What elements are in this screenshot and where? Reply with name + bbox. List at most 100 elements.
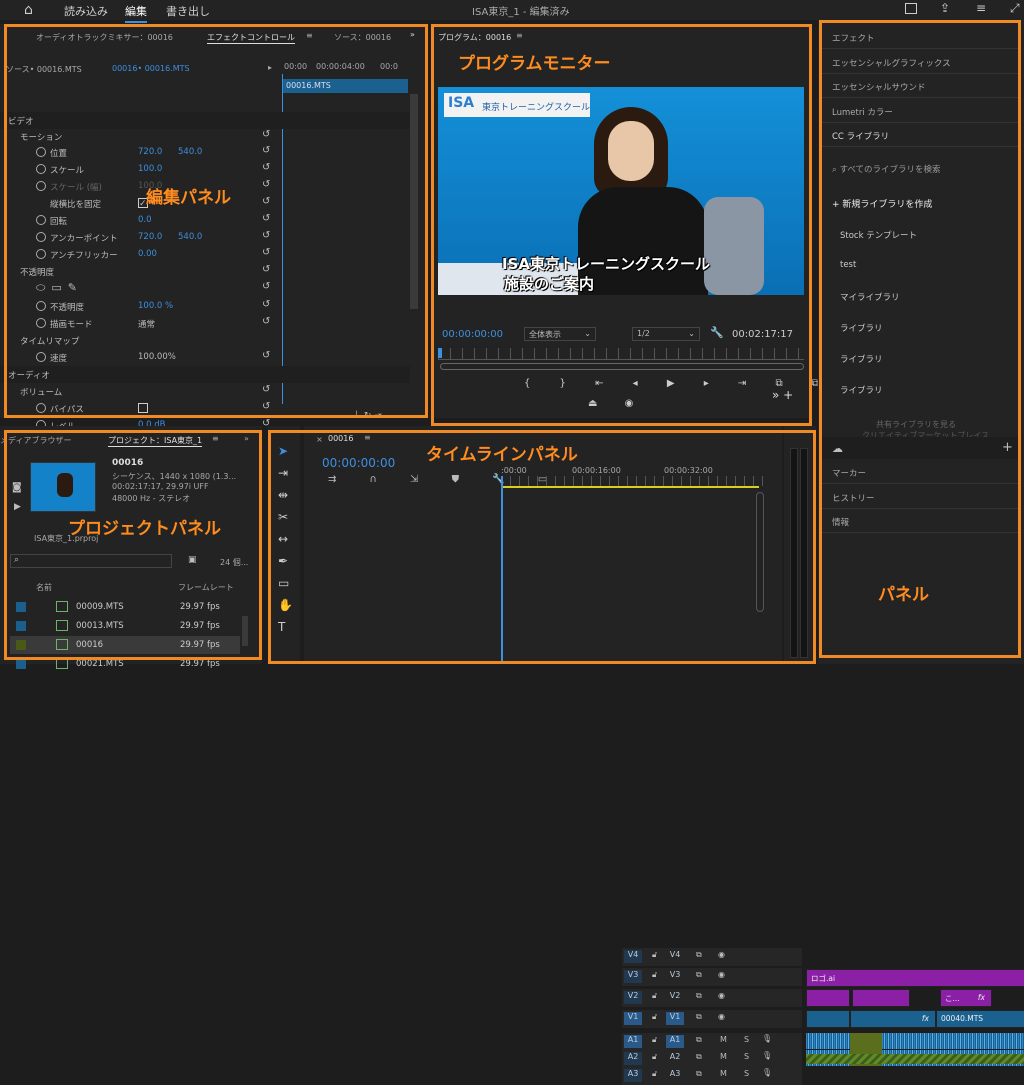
sync-lock-icon[interactable]: ⧉ (696, 1069, 702, 1079)
footer-filter-icon[interactable]: ⏚ ↻ ⇥ (352, 408, 382, 421)
sync-lock-icon[interactable]: ⧉ (696, 1012, 702, 1022)
reset-icon[interactable]: ↺ (262, 247, 270, 258)
camera-icon[interactable]: ◙ (12, 482, 22, 493)
lock-icon[interactable]: 🔓︎ (652, 1052, 657, 1062)
create-library-button[interactable]: + 新規ライブラリを作成 (832, 197, 932, 210)
tab-edit[interactable]: 編集 (125, 3, 147, 23)
lock-icon[interactable]: 🔓︎ (652, 1035, 657, 1045)
tab-effect-controls[interactable]: エフェクトコントロール (207, 32, 295, 44)
reset-icon[interactable]: ↺ (262, 316, 270, 327)
library-item[interactable]: test (840, 260, 856, 270)
lock-icon[interactable]: 🔓︎ (652, 1069, 657, 1079)
right-panel-tab[interactable]: CC ライブラリ (832, 130, 889, 142)
audio-clip-a2-green[interactable] (806, 1054, 1024, 1064)
right-panel-tab[interactable]: エフェクト (832, 32, 875, 44)
reset-icon[interactable]: ↺ (262, 384, 270, 395)
tab-media-browser[interactable]: メディアブラウザー (0, 435, 71, 446)
stopwatch-icon[interactable] (36, 249, 46, 259)
project-search-input[interactable]: ⌕ (10, 554, 172, 568)
source-patch[interactable]: A3 (624, 1069, 642, 1082)
library-item[interactable]: ライブラリ (840, 322, 883, 334)
program-title[interactable]: プログラム：00016 (438, 32, 511, 43)
eye-icon[interactable]: ◉ (718, 950, 725, 959)
timeline-tab[interactable]: 00016 (328, 434, 353, 443)
eye-icon[interactable]: ◉ (718, 1012, 725, 1021)
library-item[interactable]: マイライブラリ (840, 291, 900, 303)
track-header[interactable]: V2 🔓︎ V2 ⧉ ◉ (622, 989, 802, 1007)
microphone-icon[interactable]: 🎙︎ (762, 1051, 772, 1060)
program-playhead[interactable] (438, 348, 442, 358)
track-header[interactable]: A2 🔓︎ A2 ⧉ M S 🎙︎ (622, 1050, 802, 1068)
selection-tool-icon[interactable]: ➤ (278, 444, 288, 458)
wrench-icon[interactable]: 🔧 (710, 326, 724, 339)
reset-icon[interactable]: ↺ (262, 129, 270, 140)
stopwatch-icon[interactable] (36, 164, 46, 174)
notification-icon[interactable] (905, 3, 917, 14)
sync-lock-icon[interactable]: ⧉ (696, 970, 702, 980)
stopwatch-icon[interactable] (36, 318, 46, 328)
effect-value-v1[interactable]: 0.00 (138, 249, 157, 259)
lock-icon[interactable]: 🔓︎ (652, 1012, 657, 1022)
right-panel-tab[interactable]: エッセンシャルグラフィックス (832, 57, 951, 69)
mute-button[interactable]: M (720, 1069, 727, 1078)
track-header[interactable]: V1 🔓︎ V1 ⧉ ◉ (622, 1010, 802, 1028)
effect-row[interactable]: モーション ↺ (0, 128, 410, 145)
mask-shape-icons[interactable]: ⬭▭✎ (36, 281, 83, 295)
zoom-scrollbar[interactable] (440, 363, 804, 370)
panel-menu-icon[interactable]: ≡ (306, 31, 313, 40)
ripple-edit-icon[interactable]: ⇹ (278, 488, 288, 502)
tab-import[interactable]: 読み込み (64, 3, 108, 19)
library-item[interactable]: ライブラリ (840, 353, 883, 365)
tab-audio-mixer[interactable]: オーディオトラックミキサー：00016 (36, 32, 173, 43)
stopwatch-icon[interactable] (36, 147, 46, 157)
right-panel-tab[interactable]: エッセンシャルサウンド (832, 81, 926, 93)
reset-icon[interactable]: ↺ (262, 350, 270, 361)
track-target[interactable]: V1 (666, 1012, 684, 1025)
library-item[interactable]: Stock テンプレート (840, 229, 917, 241)
project-scrollbar[interactable] (242, 616, 248, 646)
reset-icon[interactable]: ↺ (262, 299, 270, 310)
stopwatch-icon[interactable] (36, 352, 46, 362)
project-row[interactable]: 00021.MTS 29.97 fps (10, 655, 240, 673)
solo-button[interactable]: S (744, 1052, 749, 1061)
lock-icon[interactable]: 🔓︎ (652, 991, 657, 1001)
source-clip-label[interactable]: ソース• 00016.MTS (6, 64, 82, 75)
play-only-icon[interactable]: ▸ (268, 63, 272, 72)
reset-icon[interactable]: ↺ (262, 281, 270, 292)
graphic-clip-v2-a[interactable] (806, 989, 850, 1007)
effect-value-v1[interactable]: 通常 (138, 318, 155, 330)
timeline-close-icon[interactable]: × (316, 435, 323, 444)
reset-icon[interactable]: ↺ (262, 162, 270, 173)
add-plus-icon[interactable]: + (1002, 440, 1013, 455)
lower-panel-tab[interactable]: ヒストリー (832, 492, 875, 504)
rectangle-tool-icon[interactable]: ▭ (278, 576, 289, 590)
library-search-input[interactable]: ⌕ すべてのライブラリを検索 (832, 163, 941, 175)
timeline-menu-icon[interactable]: ≡ (364, 433, 371, 442)
play-thumb-icon[interactable]: ▶ (14, 502, 21, 512)
slip-tool-icon[interactable]: ↔ (278, 532, 288, 546)
mute-button[interactable]: M (720, 1035, 727, 1044)
sync-lock-icon[interactable]: ⧉ (696, 950, 702, 960)
track-target[interactable]: A1 (666, 1035, 684, 1048)
video-clip-v1-a[interactable] (806, 1010, 850, 1028)
timeline-timecode[interactable]: 00:00:00:00 (322, 456, 395, 470)
checkbox[interactable] (138, 403, 148, 413)
source-patch[interactable]: A1 (624, 1035, 642, 1048)
graphic-clip-logo[interactable]: ロゴ.aifx (806, 969, 1024, 987)
timeline-v-scroll[interactable] (756, 492, 764, 612)
tab-export[interactable]: 書き出し (166, 3, 210, 19)
effect-row[interactable]: 回転 0.0 ↺ (0, 212, 410, 229)
sync-lock-icon[interactable]: ⧉ (696, 1035, 702, 1045)
stopwatch-icon[interactable] (36, 232, 46, 242)
stopwatch-icon[interactable] (36, 215, 46, 225)
project-row[interactable]: 00016 29.97 fps (10, 636, 240, 654)
fit-select[interactable]: 全体表示 ⌄ (524, 327, 596, 341)
lock-icon[interactable]: 🔓︎ (652, 950, 657, 960)
program-timecode[interactable]: 00:00:00:00 (442, 329, 503, 340)
track-target[interactable]: V4 (666, 950, 684, 963)
lock-icon[interactable]: 🔓︎ (652, 970, 657, 980)
tab-project[interactable]: プロジェクト：ISA東京_1 (108, 435, 203, 447)
track-target[interactable]: V2 (666, 991, 684, 1004)
reset-icon[interactable]: ↺ (262, 401, 270, 412)
effect-row[interactable]: 位置 720.0 540.0 ↺ (0, 144, 410, 161)
